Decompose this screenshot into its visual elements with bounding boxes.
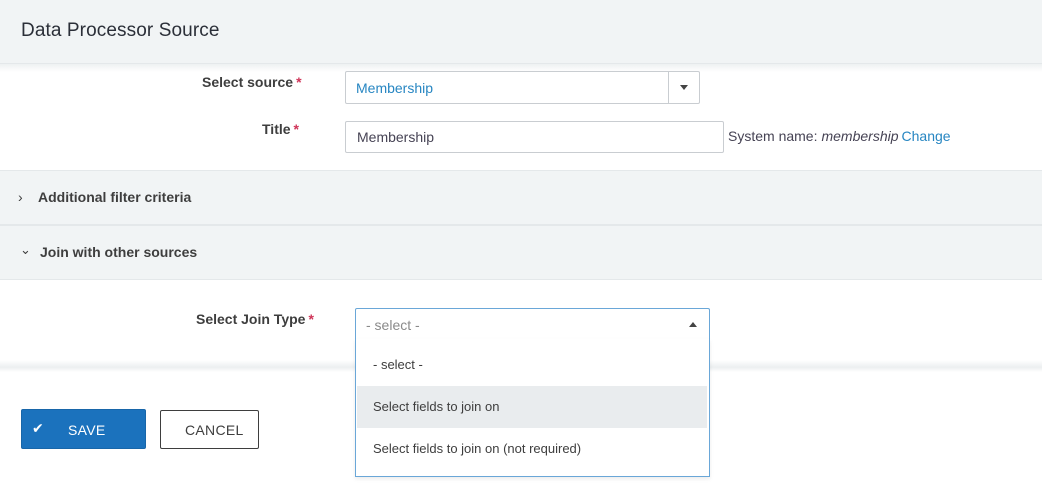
page-header: Data Processor Source bbox=[0, 0, 1042, 64]
accordion-join-sources[interactable]: ⌄ Join with other sources bbox=[0, 225, 1042, 280]
option-select[interactable]: - select - bbox=[357, 344, 707, 386]
join-type-options: - select - Select fields to join on Sele… bbox=[355, 339, 710, 477]
cancel-button[interactable]: CANCEL bbox=[160, 410, 259, 449]
change-link[interactable]: Change bbox=[902, 128, 951, 144]
accordion-additional-filter[interactable]: › Additional filter criteria bbox=[0, 170, 1042, 225]
caret-down-icon bbox=[680, 85, 688, 90]
page-title: Data Processor Source bbox=[21, 20, 220, 41]
required-marker: * bbox=[296, 74, 302, 90]
required-marker: * bbox=[308, 311, 314, 327]
save-button[interactable]: ✔ SAVE bbox=[21, 409, 146, 449]
select-source-value: Membership bbox=[356, 80, 434, 96]
select-source-toggle[interactable] bbox=[668, 72, 699, 103]
required-marker: * bbox=[293, 121, 299, 137]
cancel-label: CANCEL bbox=[185, 422, 244, 438]
chevron-down-icon: ⌄ bbox=[20, 242, 31, 257]
accordion-label: Join with other sources bbox=[40, 244, 198, 260]
caret-up-icon bbox=[689, 322, 697, 327]
system-name-value: membership bbox=[821, 128, 899, 144]
join-type-label: Select Join Type * bbox=[196, 311, 314, 327]
save-label: SAVE bbox=[68, 422, 106, 438]
title-input[interactable] bbox=[345, 121, 724, 153]
join-type-select[interactable]: - select - bbox=[355, 308, 710, 340]
accordion-label: Additional filter criteria bbox=[38, 189, 192, 205]
join-type-value: - select - bbox=[366, 317, 420, 333]
check-icon: ✔ bbox=[32, 420, 44, 436]
system-name: System name: membership Change bbox=[728, 128, 951, 144]
title-label: Title * bbox=[262, 121, 299, 137]
option-fields-join-not-required[interactable]: Select fields to join on (not required) bbox=[357, 428, 707, 470]
chevron-right-icon: › bbox=[18, 189, 23, 205]
option-fields-join[interactable]: Select fields to join on bbox=[357, 386, 707, 428]
select-source-label: Select source * bbox=[202, 74, 302, 90]
select-source-dropdown[interactable]: Membership bbox=[345, 71, 700, 104]
